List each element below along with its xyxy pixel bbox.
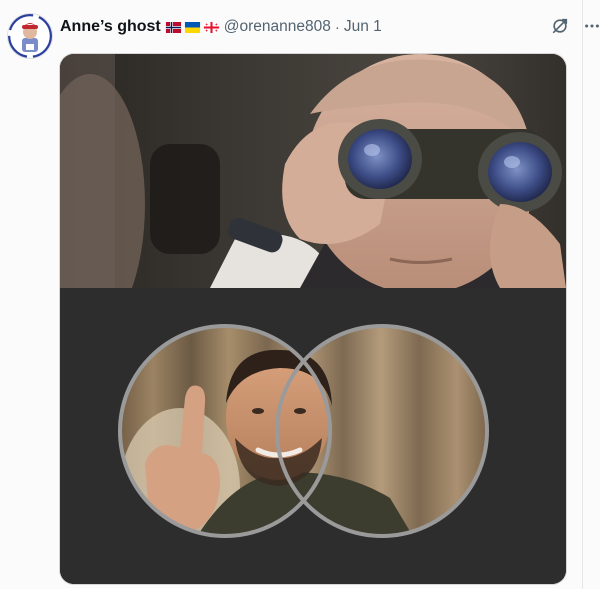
header-actions [550,16,600,36]
man-with-binoculars-image[interactable] [60,54,566,288]
flag-emojis [165,21,220,33]
georgia-flag-icon [203,21,219,33]
avatar[interactable] [8,14,52,58]
separator-dot: · [334,18,340,36]
norway-flag-icon [165,21,181,33]
tweet-media[interactable] [60,54,566,584]
author-handle[interactable]: @orenanne808 [224,18,331,36]
grok-icon[interactable] [550,16,570,36]
binocular-view-image[interactable] [60,288,566,584]
ukraine-flag-icon [184,21,200,33]
author-name[interactable]: Anne’s ghost [60,18,161,36]
post-date[interactable]: Jun 1 [344,18,382,36]
more-icon[interactable] [582,16,600,36]
tweet-header: Anne’s ghost @orenanne808 · Jun 1 [60,14,382,40]
tweet-card[interactable]: Anne’s ghost @orenanne808 · Jun 1 [0,0,600,589]
column-divider [582,0,583,589]
